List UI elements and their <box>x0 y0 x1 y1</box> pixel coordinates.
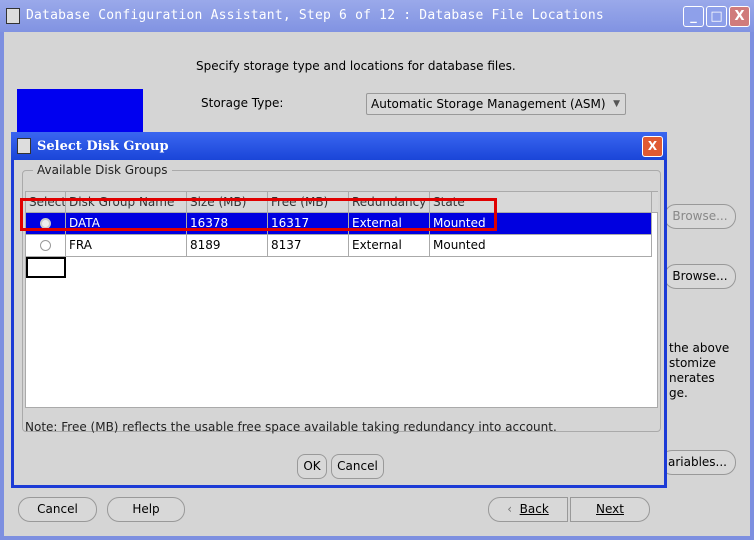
browse-button-1[interactable]: Browse... <box>664 204 736 229</box>
note-text: Note: Free (MB) reflects the usable free… <box>25 420 557 434</box>
description-line: nerates <box>669 371 715 385</box>
state: Mounted <box>430 235 652 257</box>
next-button[interactable]: Next <box>570 497 650 522</box>
focused-empty-cell[interactable] <box>26 257 66 278</box>
window-title: Database Configuration Assistant, Step 6… <box>26 8 604 23</box>
ok-button[interactable]: OK <box>297 454 327 479</box>
highlight-box <box>20 198 497 231</box>
free: 8137 <box>268 235 349 257</box>
banner-image <box>17 89 143 134</box>
close-button[interactable]: X <box>729 6 750 27</box>
variables-button[interactable]: ariables... <box>660 450 736 475</box>
app-icon <box>17 138 31 154</box>
dialog-title: Select Disk Group <box>37 139 169 154</box>
group-label: Available Disk Groups <box>33 163 172 177</box>
storage-type-select[interactable]: Automatic Storage Management (ASM) ▼ <box>366 93 626 115</box>
dialog-close-button[interactable]: X <box>642 136 663 157</box>
description-line: ge. <box>669 386 688 400</box>
description-line: stomize <box>669 356 717 370</box>
window-titlebar: Database Configuration Assistant, Step 6… <box>0 0 754 32</box>
disk-group-name: FRA <box>66 235 187 257</box>
dialog-cancel-button[interactable]: Cancel <box>331 454 384 479</box>
chevron-left-icon: ‹ <box>507 502 520 516</box>
radio-button[interactable] <box>40 240 51 251</box>
instruction-text: Specify storage type and locations for d… <box>196 59 516 73</box>
help-button[interactable]: Help <box>107 497 185 522</box>
dialog-titlebar: Select Disk Group X <box>11 132 667 160</box>
storage-type-value: Automatic Storage Management (ASM) <box>371 97 606 111</box>
back-button[interactable]: ‹ Back <box>488 497 568 522</box>
maximize-button[interactable]: □ <box>706 6 727 27</box>
redundancy: External <box>349 235 430 257</box>
chevron-down-icon: ▼ <box>613 99 620 109</box>
cancel-button[interactable]: Cancel <box>18 497 97 522</box>
header-filler <box>652 192 658 213</box>
description-line: the above <box>669 341 730 355</box>
browse-button-2[interactable]: Browse... <box>664 264 736 289</box>
app-icon <box>6 8 20 24</box>
select-disk-group-dialog: Select Disk Group X Available Disk Group… <box>11 132 667 488</box>
minimize-button[interactable]: _ <box>683 6 704 27</box>
size: 8189 <box>187 235 268 257</box>
storage-type-label: Storage Type: <box>201 96 284 110</box>
